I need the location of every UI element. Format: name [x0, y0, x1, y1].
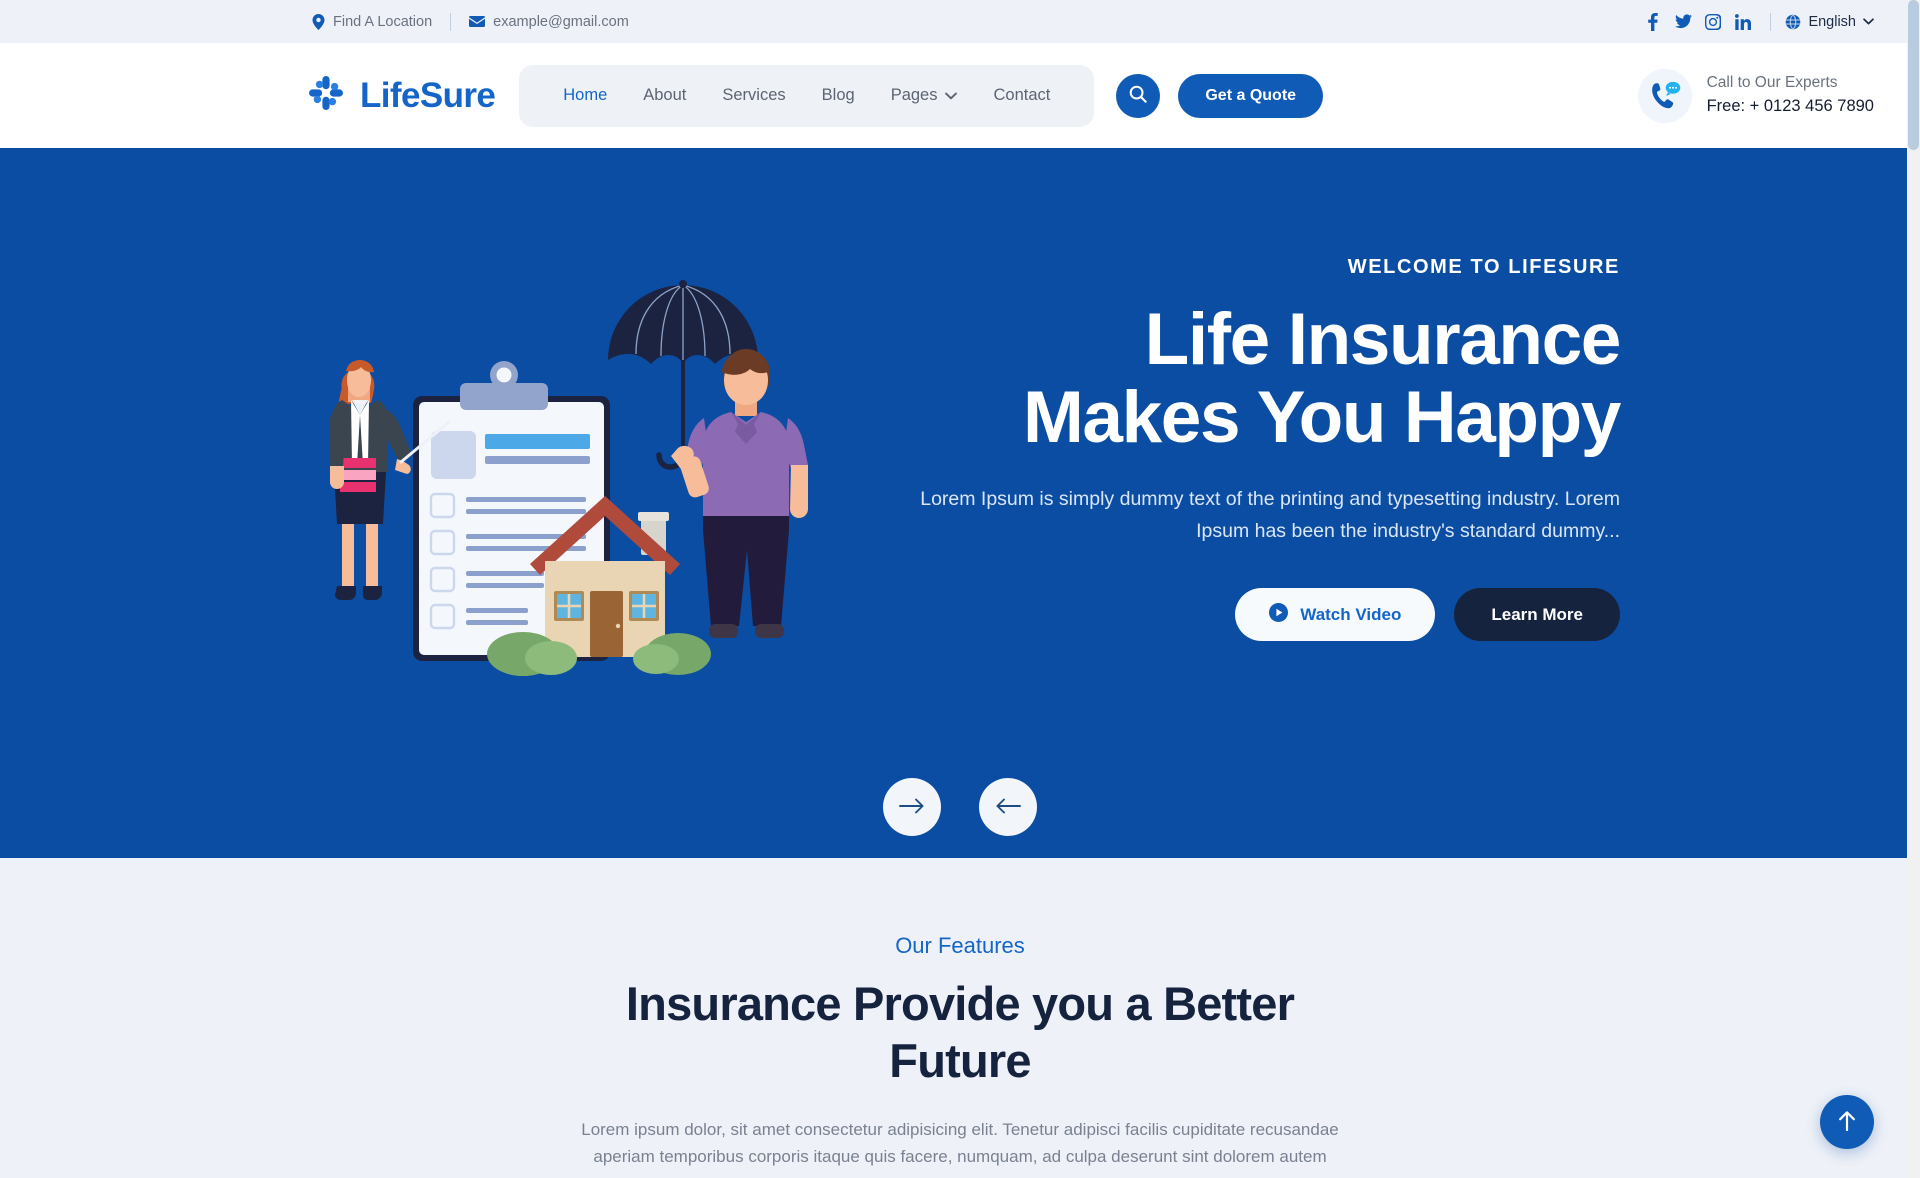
hero-copy: WELCOME TO LIFESURE Life Insurance Makes… — [900, 256, 1622, 642]
top-bar-left: Find A Location example@gmail.com — [312, 12, 629, 31]
call-experts-block[interactable]: Call to Our Experts Free: + 0123 456 789… — [1637, 68, 1874, 123]
globe-icon — [1785, 14, 1801, 30]
learn-more-button[interactable]: Learn More — [1454, 588, 1620, 642]
nav-label-blog: Blog — [821, 86, 855, 104]
nav-item-services[interactable]: Services — [704, 65, 803, 127]
scrollbar-thumb[interactable] — [1908, 0, 1919, 150]
site-header: LifeSure Home About Services Blog Pages … — [0, 43, 1920, 148]
features-description: Lorem ipsum dolor, sit amet consectetur … — [581, 1119, 1339, 1166]
lifesure-pinwheel-icon — [306, 73, 346, 118]
twitter-icon[interactable] — [1668, 14, 1698, 29]
nav-item-contact[interactable]: Contact — [975, 65, 1068, 127]
call-experts-phone: Free: + 0123 456 7890 — [1706, 96, 1874, 115]
hero-title: Life Insurance Makes You Happy — [900, 299, 1622, 459]
nav-label-services: Services — [722, 86, 786, 104]
watch-video-label: Watch Video — [1300, 604, 1402, 624]
features-eyebrow: Our Features — [895, 933, 1025, 958]
arrow-up-icon — [1838, 1110, 1856, 1134]
hero-illustration — [318, 276, 818, 676]
envelope-icon — [469, 15, 486, 28]
email-label: example@gmail.com — [493, 13, 629, 30]
language-selector[interactable]: English — [1785, 14, 1874, 30]
call-experts-label: Call to Our Experts — [1706, 74, 1838, 92]
language-label: English — [1808, 13, 1856, 30]
hero-section: WELCOME TO LIFESURE Life Insurance Makes… — [0, 148, 1920, 858]
get-a-quote-button[interactable]: Get a Quote — [1178, 73, 1324, 118]
location-pin-icon — [312, 13, 325, 30]
hero-eyebrow: WELCOME TO LIFESURE — [1347, 256, 1620, 278]
chevron-down-icon — [945, 92, 958, 100]
arrow-left-icon — [995, 797, 1021, 818]
arrow-right-icon — [899, 797, 925, 818]
top-bar-right: English — [1638, 12, 1874, 31]
nav-label-home: Home — [563, 86, 608, 104]
hero-title-line1: Life Insurance — [1144, 299, 1622, 380]
facebook-icon[interactable] — [1638, 12, 1668, 31]
get-a-quote-label: Get a Quote — [1205, 86, 1297, 104]
slider-prev-button[interactable] — [979, 778, 1037, 836]
find-a-location-link[interactable]: Find A Location — [312, 13, 433, 30]
top-bar-right-divider — [1770, 12, 1772, 31]
hero-title-line2: Makes You Happy — [1022, 377, 1621, 459]
search-icon — [1129, 85, 1148, 106]
features-title: Insurance Provide you a Better Future — [625, 977, 1295, 1088]
nav-label-pages: Pages — [890, 86, 938, 104]
search-button[interactable] — [1116, 73, 1161, 118]
scroll-to-top-button[interactable] — [1820, 1095, 1874, 1149]
call-experts-text: Call to Our Experts Free: + 0123 456 789… — [1707, 72, 1874, 118]
nav-item-pages[interactable]: Pages — [873, 65, 976, 127]
nav-label-contact: Contact — [993, 86, 1051, 104]
primary-navigation: Home About Services Blog Pages Contact — [519, 64, 1095, 127]
play-icon — [1269, 602, 1289, 627]
phone-chat-icon — [1637, 68, 1692, 123]
find-a-location-label: Find A Location — [333, 13, 433, 30]
chevron-down-icon — [1863, 18, 1874, 25]
hero-subtitle: Lorem Ipsum is simply dummy text of the … — [920, 488, 1620, 542]
top-bar: Find A Location example@gmail.com Englis… — [0, 0, 1920, 43]
page-scrollbar[interactable] — [1907, 0, 1920, 1178]
nav-label-about: About — [643, 86, 687, 104]
slider-next-button[interactable] — [883, 778, 941, 836]
nav-item-home[interactable]: Home — [545, 65, 625, 127]
linkedin-icon[interactable] — [1728, 13, 1758, 30]
brand-name: LifeSure — [360, 75, 496, 115]
hero-slider-nav — [883, 778, 1037, 836]
email-link[interactable]: example@gmail.com — [469, 14, 629, 30]
brand-logo[interactable]: LifeSure — [306, 73, 496, 118]
top-bar-divider — [450, 12, 452, 31]
watch-video-button[interactable]: Watch Video — [1235, 588, 1436, 642]
hero-buttons: Watch Video Learn More — [900, 588, 1620, 642]
features-section: Our Features Insurance Provide you a Bet… — [0, 858, 1920, 1171]
instagram-icon[interactable] — [1698, 13, 1728, 30]
nav-item-blog[interactable]: Blog — [804, 65, 873, 127]
nav-item-about[interactable]: About — [625, 65, 704, 127]
learn-more-label: Learn More — [1491, 604, 1583, 624]
